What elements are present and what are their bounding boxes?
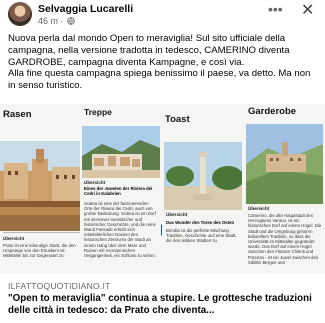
more-options-icon[interactable]: ••• bbox=[268, 2, 283, 16]
panel-title: Rasen bbox=[3, 109, 32, 120]
panel-title: Toast bbox=[165, 114, 190, 125]
overview-label: Übersicht bbox=[3, 236, 25, 241]
caption-subheading: Das Wunder des Tores des Osten bbox=[166, 220, 235, 225]
post-time[interactable]: 46 m bbox=[38, 16, 58, 26]
panel-caption: Prato ist eine lebendige Stadt, die den … bbox=[3, 243, 76, 259]
post-paragraph: Nuova perla dal mondo Open to meraviglia… bbox=[8, 33, 290, 68]
globe-icon bbox=[67, 17, 75, 25]
post-meta: 46 m · bbox=[38, 16, 75, 26]
brindisi-photo bbox=[164, 142, 242, 210]
link-domain[interactable]: ILFATTOQUOTIDIANO.IT bbox=[8, 281, 111, 291]
panel-caption: Camerino, die alte Hauptstadt des Herzog… bbox=[248, 213, 322, 265]
author-name[interactable]: Selvaggia Lucarelli bbox=[38, 3, 133, 15]
post-paragraph: Alla fine questa campagna spiega benissi… bbox=[8, 68, 311, 92]
post-text: Nuova perla dal mondo Open to meraviglia… bbox=[8, 33, 320, 92]
panel-caption: Brindisi ist die perfekte Mischung Tradi… bbox=[166, 228, 237, 244]
caption-subheading: Eines der Juwelen der Riviera dei Cedri … bbox=[84, 186, 153, 197]
link-title[interactable]: "Open to meraviglia" continua a stupire.… bbox=[8, 293, 320, 317]
close-icon[interactable]: ✕ bbox=[301, 2, 314, 20]
camerino-photo bbox=[246, 124, 323, 204]
prato-photo bbox=[0, 141, 84, 231]
caption-heading: Übersicht bbox=[84, 180, 106, 185]
separator: · bbox=[60, 16, 64, 26]
overview-label: Übersicht bbox=[248, 206, 270, 211]
post-header: Selvaggia Lucarelli 46 m · ••• ✕ bbox=[8, 2, 320, 28]
divider bbox=[3, 232, 81, 233]
panel-title: Garderobe bbox=[248, 106, 297, 117]
scalea-photo bbox=[82, 126, 160, 178]
panel-caption: Scalea ist eine der faszinierenden Orte … bbox=[84, 201, 156, 259]
panel-title: Treppe bbox=[84, 107, 112, 117]
post-image[interactable]: Rasen Übersicht Prato ist eine lebendige… bbox=[0, 104, 325, 274]
overview-label: Übersicht bbox=[166, 212, 188, 217]
avatar[interactable] bbox=[8, 2, 32, 26]
